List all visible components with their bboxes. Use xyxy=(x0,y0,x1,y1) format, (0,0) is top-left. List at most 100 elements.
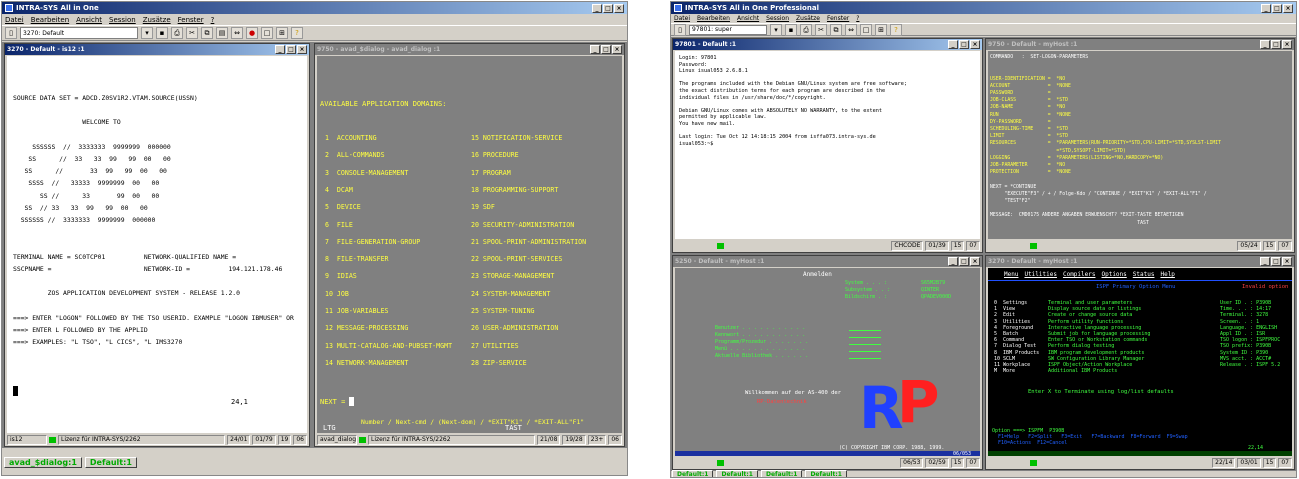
print-icon[interactable]: ⎙ xyxy=(171,27,183,39)
right-terminal-window-1[interactable]: 97801 - Default :1 _ □ × Login: 97801 Passwo… xyxy=(672,38,983,253)
ispf-option[interactable]: 10 SCLM xyxy=(994,356,1015,362)
window-tab[interactable]: Default:1 xyxy=(805,470,847,477)
menu-item[interactable]: Session xyxy=(109,16,136,24)
maximize-icon[interactable]: □ xyxy=(1271,40,1281,49)
maximize-icon[interactable]: □ xyxy=(1271,257,1281,266)
maximize-icon[interactable]: □ xyxy=(959,257,969,266)
window-icon[interactable]: □ xyxy=(860,23,872,36)
close-icon[interactable]: × xyxy=(612,45,622,54)
close-icon[interactable]: × xyxy=(970,40,980,49)
domain-item[interactable]: 27 UTILITIES xyxy=(471,342,519,350)
domain-item[interactable]: 21 SPOOL-PRINT-ADMINISTRATION xyxy=(471,238,586,246)
layout-icon[interactable]: ⊞ xyxy=(875,23,887,36)
minimize-icon[interactable]: _ xyxy=(1260,40,1270,49)
left-title-bar[interactable]: INTRA-SYS All in One _ □ × xyxy=(2,2,627,14)
domain-item[interactable]: 16 PROCEDURE xyxy=(471,151,519,159)
ispf-option[interactable]: 11 Workplace xyxy=(994,362,1030,368)
menu-item[interactable]: ? xyxy=(211,16,215,24)
maximize-icon[interactable]: □ xyxy=(286,45,296,54)
window-title[interactable]: 3270 - Default - is12 :1 _ □ × xyxy=(5,44,309,55)
session-select[interactable]: 97801: super xyxy=(689,24,767,35)
domain-item[interactable]: 6 FILE xyxy=(325,221,353,229)
domain-item[interactable]: 15 NOTIFICATION-SERVICE xyxy=(471,134,562,142)
domain-item[interactable]: 18 PROGRAMMING-SUPPORT xyxy=(471,186,558,194)
right-terminal-window-3[interactable]: 5250 - Default - myHost :1 _ □ × Anmelden Sy… xyxy=(672,255,983,470)
save-icon[interactable]: ▪ xyxy=(156,27,168,39)
menu-item[interactable]: Bearbeiten xyxy=(31,16,69,24)
window-icon[interactable]: □ xyxy=(261,27,273,39)
ispf-menu-item[interactable]: Help xyxy=(1160,271,1174,278)
close-icon[interactable]: × xyxy=(1282,40,1292,49)
domain-item[interactable]: 14 NETWORK-MANAGEMENT xyxy=(325,359,408,367)
window-tab[interactable]: Default:1 xyxy=(672,470,714,477)
save-icon[interactable]: ▪ xyxy=(785,23,797,36)
terminal-screen[interactable]: COMMANDO : SET-LOGON-PARAMETERS USER-IDEN… xyxy=(988,51,1292,239)
connect-icon[interactable]: ⇔ xyxy=(231,27,243,39)
terminal-screen[interactable]: SOURCE DATA SET = ADCD.Z0SV1R2.VTAM.SOUR… xyxy=(7,56,307,433)
terminal-screen[interactable]: Anmelden System . . . : Subsystem . . : Bil… xyxy=(675,268,980,456)
left-terminal-window-2[interactable]: 9750 - avad_$dialog - avad_dialog :1 _ □ × … xyxy=(314,43,625,447)
menu-item[interactable]: Fenster xyxy=(827,15,849,22)
window-tab[interactable]: Default:1 xyxy=(84,456,137,468)
stop-icon[interactable]: ● xyxy=(246,27,258,39)
ispf-option[interactable]: 4 Foreground xyxy=(994,325,1033,331)
left-terminal-window-1[interactable]: 3270 - Default - is12 :1 _ □ × SOURCE DATA … xyxy=(4,43,310,447)
window-title[interactable]: 3270 - Default - myHost :1 _ □ × xyxy=(986,256,1294,267)
minimize-icon[interactable]: _ xyxy=(1261,3,1271,13)
domain-item[interactable]: 8 FILE-TRANSFER xyxy=(325,255,389,263)
domain-item[interactable]: 24 SYSTEM-MANAGEMENT xyxy=(471,290,550,298)
ispf-option[interactable]: 3 Utilities xyxy=(994,319,1030,325)
terminal-screen[interactable]: AVAILABLE APPLICATION DOMAINS: 1 ACCOUNTI… xyxy=(317,56,622,433)
menu-item[interactable]: Ansicht xyxy=(737,15,759,22)
close-icon[interactable]: × xyxy=(970,257,980,266)
menu-item[interactable]: Ansicht xyxy=(76,16,102,24)
ispf-menu-item[interactable]: Status xyxy=(1133,271,1155,278)
help-icon[interactable]: ? xyxy=(291,27,303,39)
session-select[interactable]: 3270: Default xyxy=(20,27,138,39)
right-terminal-window-4[interactable]: 3270 - Default - myHost :1 _ □ × Menu Utilit… xyxy=(985,255,1295,470)
ispf-option[interactable]: M More xyxy=(994,368,1015,374)
domain-item[interactable]: 11 JOB-VARIABLES xyxy=(325,307,389,315)
ispf-option[interactable]: 5 Batch xyxy=(994,331,1018,337)
close-icon[interactable]: × xyxy=(614,3,624,13)
minimize-icon[interactable]: _ xyxy=(275,45,285,54)
domain-item[interactable]: 9 IDIAS xyxy=(325,272,357,280)
signon-field-input[interactable] xyxy=(849,358,881,359)
new-doc-icon[interactable]: ▯ xyxy=(5,27,17,39)
domain-item[interactable]: 2 ALL-COMMANDS xyxy=(325,151,385,159)
ispf-option[interactable]: 6 Command xyxy=(994,337,1024,343)
minimize-icon[interactable]: _ xyxy=(948,40,958,49)
domain-item[interactable]: 28 ZIP-SERVICE xyxy=(471,359,527,367)
ispf-menu-item[interactable]: Compilers xyxy=(1063,271,1096,278)
connect-icon[interactable]: ⇔ xyxy=(845,23,857,36)
domain-item[interactable]: 1 ACCOUNTING xyxy=(325,134,377,142)
maximize-icon[interactable]: □ xyxy=(601,45,611,54)
domain-item[interactable]: 19 SDF xyxy=(471,203,495,211)
paste-icon[interactable]: ▤ xyxy=(216,27,228,39)
domain-item[interactable]: 4 DCAM xyxy=(325,186,353,194)
ispf-menu-item[interactable]: Menu xyxy=(1004,271,1018,278)
minimize-icon[interactable]: _ xyxy=(590,45,600,54)
ispf-option[interactable]: 0 Settings xyxy=(994,300,1027,306)
maximize-icon[interactable]: □ xyxy=(1272,3,1282,13)
window-title[interactable]: 9750 - avad_$dialog - avad_dialog :1 _ □ × xyxy=(315,44,624,55)
domain-item[interactable]: 23 STORAGE-MANAGEMENT xyxy=(471,272,554,280)
ispf-option[interactable]: 1 View xyxy=(994,306,1015,312)
domain-item[interactable]: 5 DEVICE xyxy=(325,203,361,211)
menu-item[interactable]: Zusätze xyxy=(796,15,820,22)
cut-icon[interactable]: ✂ xyxy=(815,23,827,36)
window-title[interactable]: 9750 - Default - myHost :1 _ □ × xyxy=(986,39,1294,50)
ispf-option[interactable]: 2 Edit xyxy=(994,312,1015,318)
ispf-menu-item[interactable]: Options xyxy=(1101,271,1126,278)
ispf-option[interactable]: 7 Dialog Test xyxy=(994,343,1036,349)
close-icon[interactable]: × xyxy=(297,45,307,54)
help-icon[interactable]: ? xyxy=(890,23,902,36)
signon-field-input[interactable] xyxy=(849,344,881,345)
terminal-screen[interactable]: Menu Utilities Compilers Options Status Help I… xyxy=(988,268,1292,456)
minimize-icon[interactable]: _ xyxy=(1260,257,1270,266)
ispf-menu-item[interactable]: Utilities xyxy=(1024,271,1057,278)
minimize-icon[interactable]: _ xyxy=(592,3,602,13)
close-icon[interactable]: × xyxy=(1282,257,1292,266)
window-title[interactable]: 97801 - Default :1 _ □ × xyxy=(673,39,982,50)
domain-item[interactable]: 25 SYSTEM-TUNING xyxy=(471,307,535,315)
